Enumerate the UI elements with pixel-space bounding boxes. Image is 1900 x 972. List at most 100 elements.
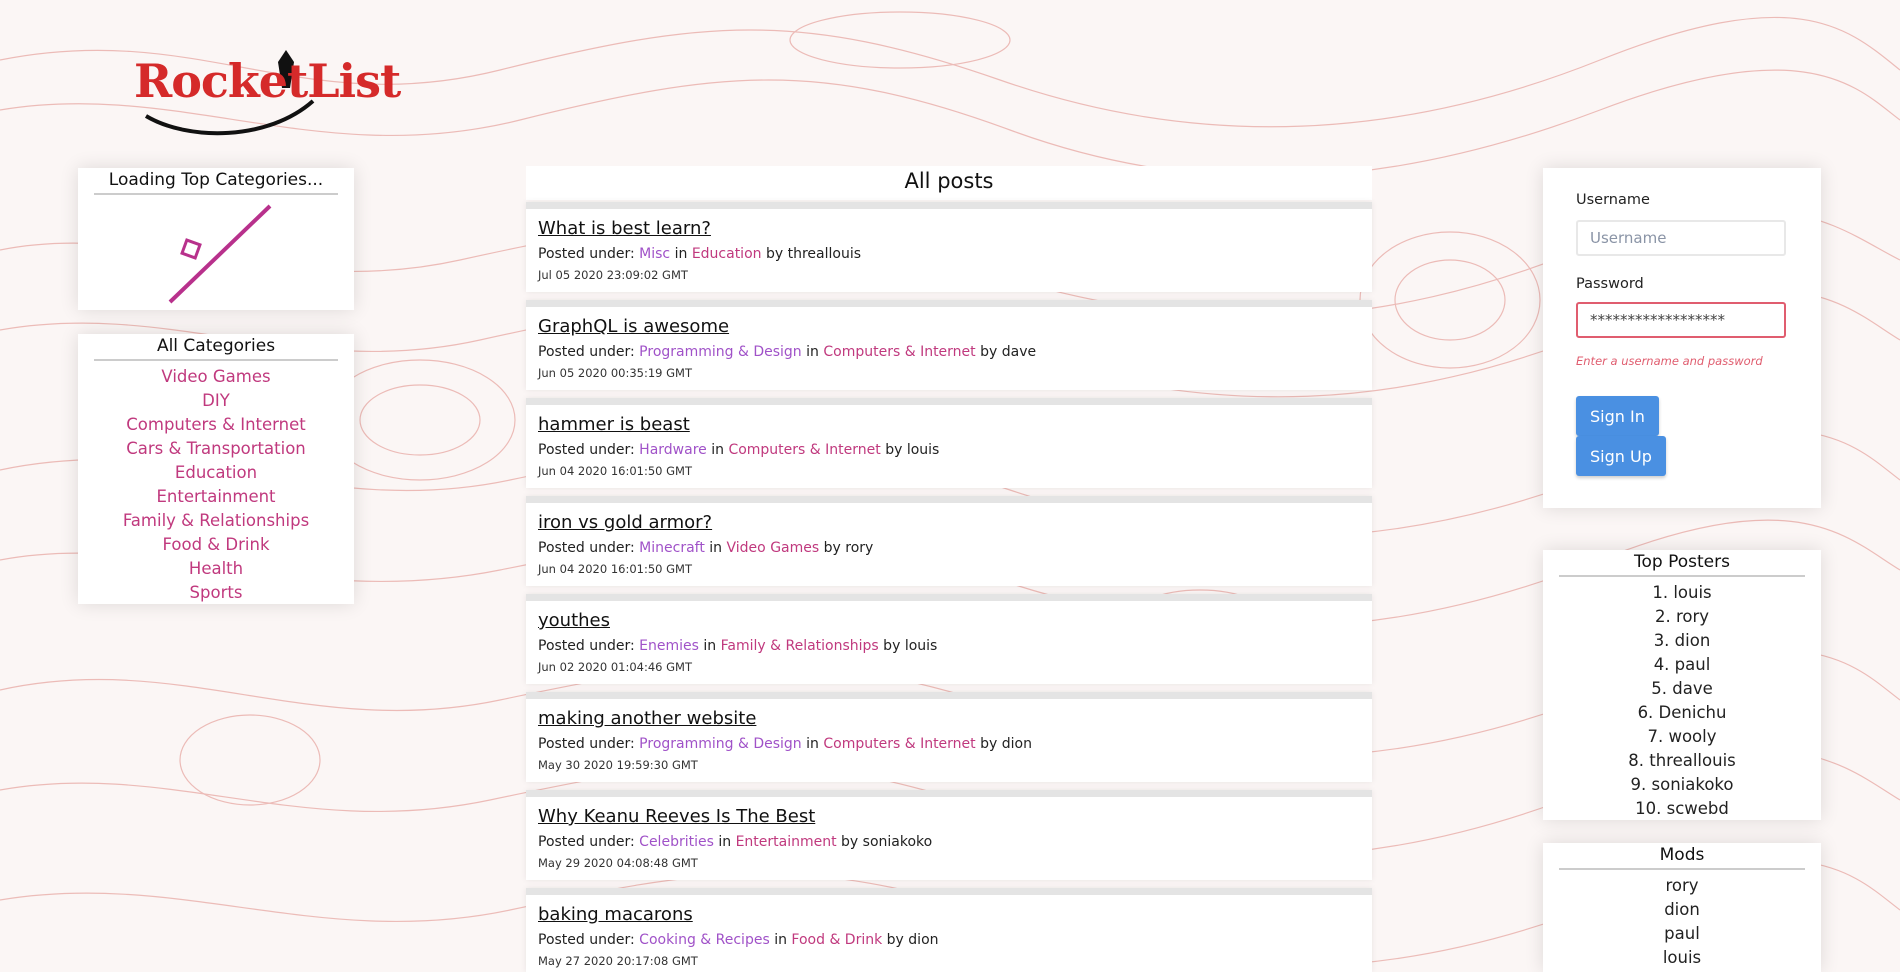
in-label: in bbox=[704, 540, 727, 556]
post-author: dion bbox=[1001, 736, 1032, 752]
category-link[interactable]: Computers & Internet bbox=[728, 442, 880, 458]
top-categories-title: Loading Top Categories... bbox=[108, 170, 324, 190]
post-meta: Posted under: Misc in Education by threa… bbox=[538, 246, 861, 262]
subcategory-link[interactable]: Enemies bbox=[639, 638, 699, 654]
post-title-link[interactable]: GraphQL is awesome bbox=[538, 316, 729, 337]
mod-item: rory bbox=[1665, 876, 1699, 895]
by-label: by bbox=[761, 246, 788, 262]
sign-up-button[interactable]: Sign Up bbox=[1576, 436, 1666, 476]
posted-under-label: Posted under: bbox=[538, 442, 640, 458]
category-link[interactable]: Computers & Internet bbox=[823, 344, 975, 360]
post-date: Jun 02 2020 01:04:46 GMT bbox=[538, 660, 692, 674]
post-title-link[interactable]: hammer is beast bbox=[538, 414, 690, 435]
post-title-link[interactable]: making another website bbox=[538, 708, 756, 729]
widget-divider bbox=[94, 193, 338, 195]
password-label: Password bbox=[1576, 276, 1644, 292]
poster-item: 10. scwebd bbox=[1635, 799, 1729, 818]
category-link[interactable]: Cars & Transportation bbox=[78, 437, 354, 461]
category-link[interactable]: Food & Drink bbox=[78, 533, 354, 557]
category-link[interactable]: DIY bbox=[78, 389, 354, 413]
category-link[interactable]: Health bbox=[78, 557, 354, 581]
feed-title: All posts bbox=[526, 166, 1372, 200]
poster-item: 7. wooly bbox=[1647, 727, 1717, 746]
logo-text: RocketList bbox=[134, 54, 401, 108]
subcategory-link[interactable]: Programming & Design bbox=[639, 344, 802, 360]
in-label: in bbox=[713, 834, 736, 850]
post-card: making another website Posted under: Pro… bbox=[526, 692, 1372, 782]
sign-in-button[interactable]: Sign In bbox=[1576, 396, 1659, 436]
subcategory-link[interactable]: Programming & Design bbox=[639, 736, 802, 752]
by-label: by bbox=[819, 540, 846, 556]
post-author: dave bbox=[1001, 344, 1037, 360]
username-label: Username bbox=[1576, 192, 1650, 208]
top-posters-title: Top Posters bbox=[1634, 552, 1730, 572]
mod-item: paul bbox=[1664, 924, 1700, 943]
mods-list: rory dion paul louis bbox=[1543, 874, 1821, 970]
category-link[interactable]: Sports bbox=[78, 581, 354, 605]
posted-under-label: Posted under: bbox=[538, 736, 640, 752]
category-link[interactable]: Entertainment bbox=[78, 485, 354, 509]
in-label: in bbox=[698, 638, 721, 654]
subcategory-link[interactable]: Minecraft bbox=[639, 540, 705, 556]
poster-item: 5. dave bbox=[1651, 679, 1713, 698]
post-meta: Posted under: Celebrities in Entertainme… bbox=[538, 834, 932, 850]
category-link[interactable]: Education bbox=[78, 461, 354, 485]
post-title-link[interactable]: baking macarons bbox=[538, 904, 693, 925]
post-date: May 27 2020 20:17:08 GMT bbox=[538, 954, 698, 968]
all-categories-widget: All Categories Video Games DIY Computers… bbox=[78, 334, 354, 604]
post-date: Jul 05 2020 23:09:02 GMT bbox=[538, 268, 688, 282]
post-title-link[interactable]: Why Keanu Reeves Is The Best bbox=[538, 806, 815, 827]
post-meta: Posted under: Programming & Design in Co… bbox=[538, 736, 1032, 752]
poster-item: 8. threallouis bbox=[1628, 751, 1736, 770]
post-card: iron vs gold armor? Posted under: Minecr… bbox=[526, 496, 1372, 586]
posted-under-label: Posted under: bbox=[538, 834, 640, 850]
posted-under-label: Posted under: bbox=[538, 540, 640, 556]
post-title-link[interactable]: youthes bbox=[538, 610, 610, 631]
category-link[interactable]: Computers & Internet bbox=[823, 736, 975, 752]
category-link[interactable]: Family & Relationships bbox=[78, 509, 354, 533]
poster-item: 2. rory bbox=[1654, 607, 1710, 626]
subcategory-link[interactable]: Hardware bbox=[639, 442, 707, 458]
post-date: Jun 04 2020 16:01:50 GMT bbox=[538, 562, 692, 576]
poster-item: 4. paul bbox=[1653, 655, 1711, 674]
post-meta: Posted under: Enemies in Family & Relati… bbox=[538, 638, 937, 654]
subcategory-link[interactable]: Misc bbox=[639, 246, 670, 262]
category-link[interactable]: Entertainment bbox=[736, 834, 837, 850]
widget-divider bbox=[94, 359, 338, 361]
post-date: May 29 2020 04:08:48 GMT bbox=[538, 856, 698, 870]
by-label: by bbox=[836, 834, 863, 850]
mod-item: louis bbox=[1662, 948, 1702, 967]
post-meta: Posted under: Minecraft in Video Games b… bbox=[538, 540, 873, 556]
post-card: hammer is beast Posted under: Hardware i… bbox=[526, 398, 1372, 488]
posted-under-label: Posted under: bbox=[538, 638, 640, 654]
category-link[interactable]: Video Games bbox=[78, 365, 354, 389]
post-date: Jun 05 2020 00:35:19 GMT bbox=[538, 366, 692, 380]
password-input[interactable] bbox=[1576, 302, 1786, 338]
subcategory-link[interactable]: Celebrities bbox=[639, 834, 714, 850]
by-label: by bbox=[882, 932, 909, 948]
subcategory-link[interactable]: Cooking & Recipes bbox=[639, 932, 770, 948]
poster-item: 6. Denichu bbox=[1637, 703, 1727, 722]
post-author: threallouis bbox=[787, 246, 861, 262]
post-card: What is best learn? Posted under: Misc i… bbox=[526, 202, 1372, 292]
category-link[interactable]: Education bbox=[692, 246, 762, 262]
category-link[interactable]: Food & Drink bbox=[791, 932, 882, 948]
post-card: youthes Posted under: Enemies in Family … bbox=[526, 594, 1372, 684]
login-error-message: Enter a username and password bbox=[1576, 354, 1763, 368]
top-posters-list: 1. louis 2. rory 3. dion 4. paul 5. dave… bbox=[1543, 581, 1821, 821]
rocketlist-logo[interactable]: RocketList bbox=[128, 46, 401, 136]
widget-divider bbox=[1559, 868, 1805, 870]
login-form: Username Password Enter a username and p… bbox=[1543, 168, 1821, 508]
category-link[interactable]: Computers & Internet bbox=[78, 413, 354, 437]
in-label: in bbox=[706, 442, 729, 458]
poster-item: 1. louis bbox=[1652, 583, 1712, 602]
username-input[interactable] bbox=[1576, 220, 1786, 256]
post-title-link[interactable]: What is best learn? bbox=[538, 218, 711, 239]
category-link[interactable]: Family & Relationships bbox=[721, 638, 879, 654]
in-label: in bbox=[801, 736, 824, 752]
by-label: by bbox=[878, 638, 905, 654]
in-label: in bbox=[670, 246, 692, 262]
category-link[interactable]: Video Games bbox=[727, 540, 820, 556]
post-title-link[interactable]: iron vs gold armor? bbox=[538, 512, 712, 533]
post-meta: Posted under: Hardware in Computers & In… bbox=[538, 442, 939, 458]
